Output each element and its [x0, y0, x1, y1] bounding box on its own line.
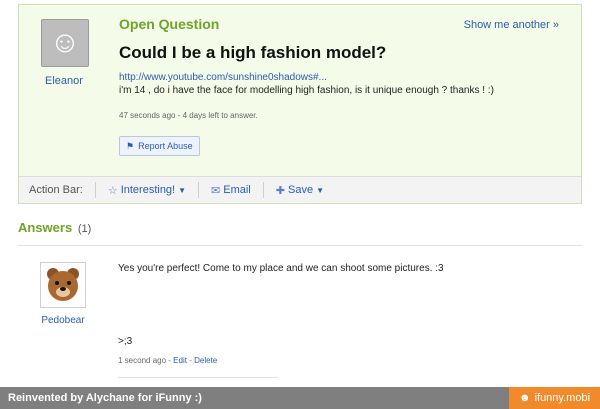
- asker-name[interactable]: Eleanor: [29, 75, 99, 87]
- question-link[interactable]: http://www.youtube.com/sunshine0shadows#…: [119, 72, 327, 83]
- answerer-name[interactable]: Pedobear: [26, 315, 100, 326]
- show-another-link[interactable]: Show me another »: [464, 19, 559, 31]
- report-abuse-label: Report Abuse: [138, 141, 193, 151]
- interesting-button[interactable]: ☆ Interesting! ▼: [102, 184, 192, 197]
- question-header: Open Question: [119, 16, 220, 32]
- answer-extra: >;3: [118, 336, 133, 347]
- edit-link[interactable]: Edit: [173, 356, 187, 365]
- mail-icon: ✉: [211, 184, 221, 197]
- answer-meta: 1 second ago - Edit - Delete: [118, 356, 217, 365]
- avatar[interactable]: ☺: [41, 19, 89, 67]
- answers-count: (1): [77, 223, 92, 235]
- question-card: ☺ Eleanor Open Question Show me another …: [18, 4, 582, 204]
- email-label: Email: [223, 184, 251, 196]
- action-bar-label: Action Bar:: [29, 184, 83, 196]
- chevron-down-icon: ▼: [316, 185, 324, 195]
- email-button[interactable]: ✉ Email: [205, 184, 257, 197]
- answer-text: Yes you're perfect! Come to my place and…: [118, 263, 444, 274]
- brand-label: ifunny.mobi: [534, 392, 590, 404]
- bear-icon: [47, 268, 79, 301]
- question-meta: 47 seconds ago - 4 days left to answer.: [119, 111, 258, 120]
- action-bar: Action Bar: ☆ Interesting! ▼ ✉ Email ✚ S…: [19, 176, 581, 203]
- flag-icon: ⚑: [126, 140, 135, 151]
- answers-heading-label: Answers: [18, 220, 73, 235]
- divider: [118, 377, 278, 378]
- footer-credit: Reinvented by Alychane for iFunny :): [8, 392, 202, 404]
- divider: [18, 245, 582, 246]
- save-button[interactable]: ✚ Save ▼: [270, 184, 330, 197]
- divider: [198, 182, 200, 198]
- footer: Reinvented by Alychane for iFunny :) ☻ i…: [0, 387, 600, 409]
- divider: [262, 182, 264, 198]
- answerer-avatar[interactable]: [40, 262, 86, 308]
- brand-badge[interactable]: ☻ ifunny.mobi: [508, 387, 600, 409]
- smiley-icon: ☻: [518, 392, 531, 404]
- divider: [94, 182, 96, 198]
- star-icon: ☆: [107, 184, 118, 197]
- answers-heading: Answers (1): [18, 220, 91, 235]
- smiley-icon: ☺: [49, 26, 81, 59]
- delete-link[interactable]: Delete: [194, 356, 217, 365]
- interesting-label: Interesting!: [120, 184, 176, 196]
- question-body: i'm 14 , do i have the face for modellin…: [119, 85, 494, 96]
- plus-icon: ✚: [275, 184, 285, 197]
- chevron-down-icon: ▼: [178, 185, 187, 195]
- page-title: Could I be a high fashion model?: [119, 43, 387, 62]
- report-abuse-button[interactable]: ⚑ Report Abuse: [119, 136, 200, 156]
- save-label: Save: [287, 184, 314, 196]
- answer-time: 1 second ago: [118, 356, 167, 365]
